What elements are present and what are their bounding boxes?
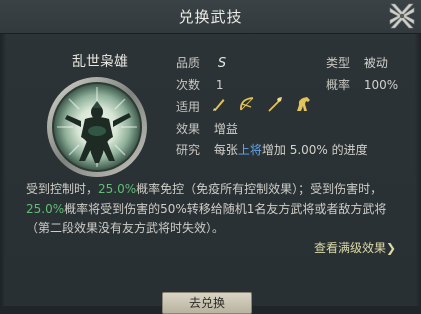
dialog-frame-left bbox=[0, 33, 6, 306]
skill-description: 受到控制时，25.0%概率免控（免疫所有控制效果）；受到伤害时，25.0%概率将… bbox=[26, 180, 398, 239]
desc-pct-1: 25.0% bbox=[98, 182, 137, 196]
suit-row: 适用 bbox=[176, 98, 200, 115]
type-label: 类型 bbox=[326, 56, 351, 70]
quality-row: 品质 S bbox=[176, 54, 226, 71]
rate-row: 概率 100% bbox=[326, 76, 398, 93]
brush-icon bbox=[213, 99, 225, 111]
research-row: 研究 每张上将增加 5.00% 的进度 bbox=[176, 141, 368, 158]
research-highlight: 上将 bbox=[237, 143, 262, 157]
quality-value: S bbox=[217, 56, 227, 71]
desc-pct-2: 25.0% bbox=[26, 201, 65, 216]
effect-label: 效果 bbox=[176, 122, 201, 136]
weapon-icons bbox=[211, 96, 318, 112]
quality-label: 品质 bbox=[176, 56, 201, 70]
count-value: 1 bbox=[215, 78, 224, 92]
effect-value: 增益 bbox=[213, 122, 238, 136]
skill-portrait bbox=[45, 75, 149, 179]
close-button[interactable] bbox=[387, 2, 417, 30]
count-label: 次数 bbox=[176, 78, 201, 92]
suit-label: 适用 bbox=[176, 100, 201, 114]
exchange-skill-dialog: 兑换武技 乱世枭雄 品质 S 类型 被动 次数 1 概率 100% 适用 效果 … bbox=[0, 0, 421, 314]
research-prefix: 每张 bbox=[213, 143, 238, 157]
skill-name: 乱世枭雄 bbox=[72, 54, 128, 70]
bow-icon bbox=[240, 97, 254, 111]
horse-icon bbox=[297, 97, 311, 111]
effect-row: 效果 增益 bbox=[176, 120, 238, 137]
rate-label: 概率 bbox=[326, 78, 351, 92]
warrior-portrait-icon bbox=[47, 77, 147, 177]
rate-value: 100% bbox=[363, 78, 399, 92]
count-row: 次数 1 bbox=[176, 76, 223, 93]
spear-icon bbox=[268, 97, 283, 112]
close-icon bbox=[389, 3, 415, 29]
exchange-button[interactable]: 去兑换 bbox=[162, 292, 252, 314]
dialog-frame-right bbox=[415, 33, 421, 306]
research-label: 研究 bbox=[176, 143, 201, 157]
type-value: 被动 bbox=[363, 56, 388, 70]
desc-part-3: 概率将受到伤害的50%转移给随机1名友方武将或者敌方武将（第二段效果没有友方武将… bbox=[26, 201, 387, 236]
desc-part-1: 受到控制时， bbox=[26, 182, 99, 196]
research-suffix: 增加 5.00% 的进度 bbox=[261, 143, 368, 157]
type-row: 类型 被动 bbox=[326, 54, 388, 71]
desc-part-2: 概率免控（免疫所有控制效果）；受到伤害时， bbox=[136, 182, 383, 196]
dialog-title: 兑换武技 bbox=[178, 8, 243, 26]
view-max-effect-link[interactable]: 查看满级效果❯ bbox=[314, 239, 396, 256]
dialog-header: 兑换武技 bbox=[0, 0, 421, 34]
